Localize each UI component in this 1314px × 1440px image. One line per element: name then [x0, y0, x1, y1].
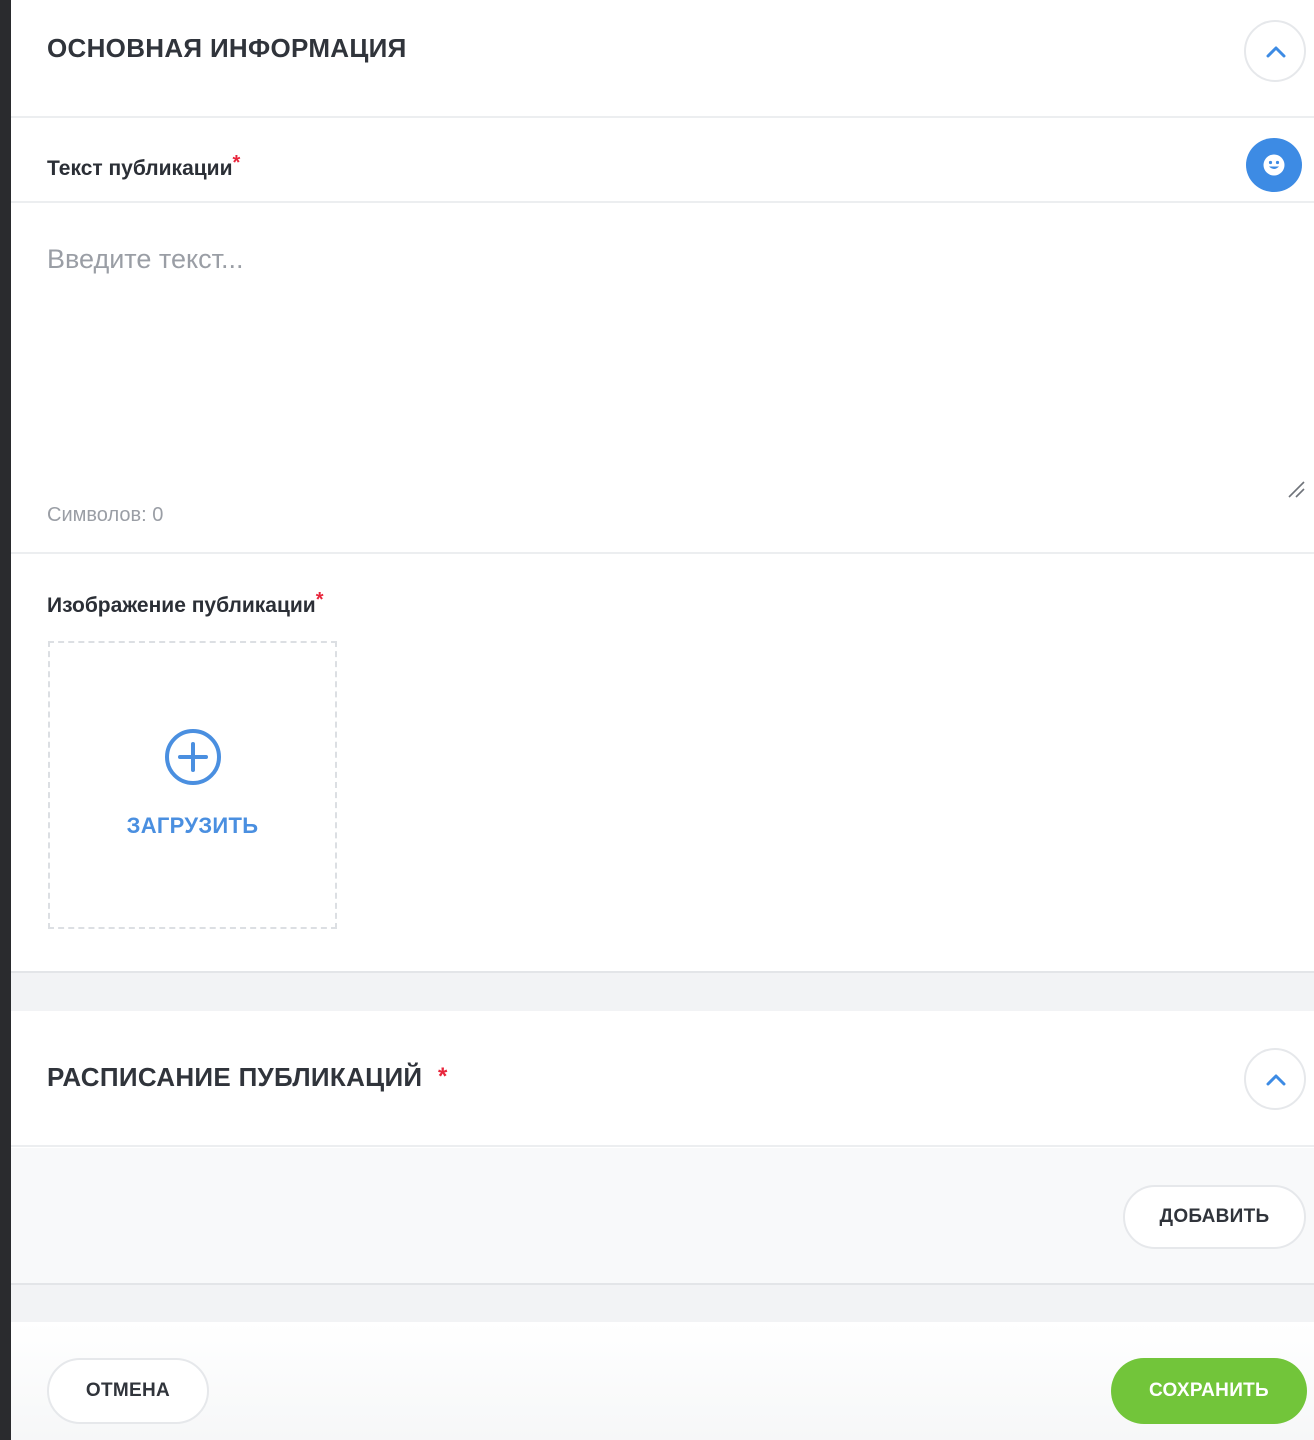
main-info-collapse-button[interactable] [1244, 20, 1306, 82]
required-mark: * [232, 152, 241, 174]
form-content: ОСНОВНАЯ ИНФОРМАЦИЯ Текст публикации* Вв… [11, 0, 1314, 1440]
save-button[interactable]: СОХРАНИТЬ [1111, 1358, 1307, 1424]
left-dark-strip [0, 0, 11, 1440]
schedule-body: ДОБАВИТЬ [11, 1148, 1314, 1283]
main-info-header: ОСНОВНАЯ ИНФОРМАЦИЯ [11, 0, 1314, 118]
image-field-label-text: Изображение публикации [47, 594, 316, 617]
form-footer: ОТМЕНА СОХРАНИТЬ [11, 1322, 1314, 1440]
publication-text-input[interactable] [47, 244, 1287, 484]
image-field-label: Изображение публикации* [47, 589, 324, 618]
page-frame: ОСНОВНАЯ ИНФОРМАЦИЯ Текст публикации* Вв… [0, 0, 1314, 1440]
image-upload-dropzone[interactable]: ЗАГРУЗИТЬ [48, 641, 337, 929]
upload-label: ЗАГРУЗИТЬ [126, 813, 259, 838]
schedule-title: РАСПИСАНИЕ ПУБЛИКАЦИЙ * [47, 1062, 448, 1093]
char-count: Символов: 0 [47, 504, 164, 526]
text-field-label-text: Текст публикации [47, 157, 233, 180]
schedule-collapse-button[interactable] [1244, 1048, 1306, 1110]
schedule-card: РАСПИСАНИЕ ПУБЛИКАЦИЙ * ДОБАВИТЬ [11, 1011, 1314, 1285]
chevron-up-icon [1266, 46, 1286, 58]
main-info-card: ОСНОВНАЯ ИНФОРМАЦИЯ Текст публикации* Вв… [11, 0, 1314, 973]
resize-handle-icon[interactable] [1285, 478, 1307, 500]
schedule-title-text: РАСПИСАНИЕ ПУБЛИКАЦИЙ [47, 1062, 423, 1092]
chevron-up-icon [1266, 1074, 1286, 1086]
smiley-icon [1263, 154, 1285, 176]
add-schedule-button[interactable]: ДОБАВИТЬ [1123, 1185, 1306, 1249]
required-mark: * [315, 589, 324, 611]
text-field-label: Текст публикации* [47, 152, 240, 181]
cancel-button[interactable]: ОТМЕНА [47, 1358, 209, 1424]
text-field-header: Текст публикации* [11, 120, 1314, 203]
plus-circle-icon [165, 729, 221, 785]
schedule-header: РАСПИСАНИЕ ПУБЛИКАЦИЙ * [11, 1011, 1314, 1147]
required-mark: * [437, 1063, 448, 1090]
text-area-wrapper: Символов: 0 [11, 204, 1314, 554]
emoji-button[interactable] [1246, 138, 1302, 192]
main-info-title: ОСНОВНАЯ ИНФОРМАЦИЯ [47, 33, 407, 63]
